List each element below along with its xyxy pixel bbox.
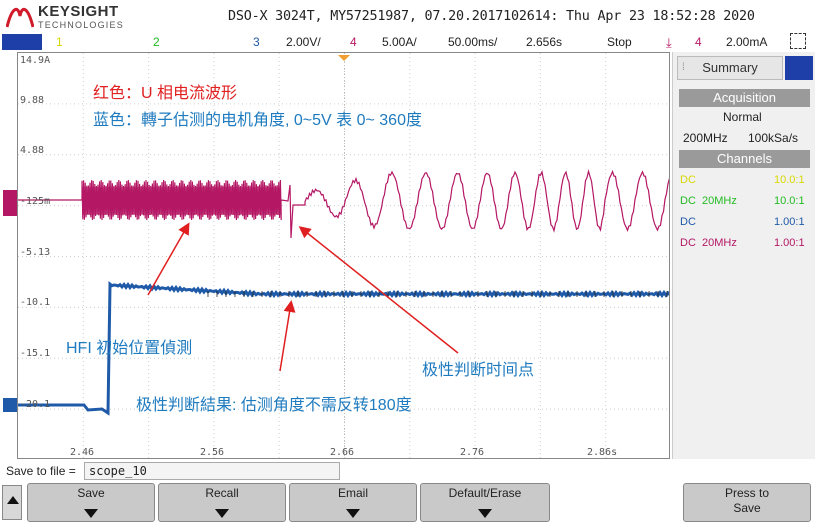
ch4-bw: 20MHz bbox=[702, 237, 737, 249]
run-state: Stop bbox=[607, 35, 632, 49]
channel-4-ground-marker[interactable] bbox=[3, 190, 17, 216]
save-to-file-label: Save to file = bbox=[6, 464, 76, 478]
down-arrow-icon bbox=[215, 509, 229, 518]
annotation-polarity-result: 极性判断結果: 估测角度不需反转180度 bbox=[136, 397, 412, 414]
annotation-hfi: HFI 初始位置偵測 bbox=[66, 340, 193, 357]
x-label-3: 2.76 bbox=[460, 447, 485, 458]
acquisition-header: Acquisition bbox=[679, 89, 810, 107]
ch2-coupling: DC bbox=[680, 195, 696, 207]
y-label-6: -15.1 bbox=[20, 348, 51, 359]
softkey-save[interactable]: Save bbox=[27, 483, 155, 522]
instrument-info: DSO-X 3024T, MY57251987, 07.20.201710261… bbox=[228, 9, 755, 24]
ch1-probe: 10.0:1 bbox=[774, 174, 805, 186]
trigger-channel: 4 bbox=[695, 35, 702, 49]
y-label-4: -5.13 bbox=[20, 247, 51, 258]
down-arrow-icon bbox=[84, 509, 98, 518]
y-label-1: 9.88 bbox=[20, 95, 45, 106]
oscilloscope-screen: KEYSIGHT TECHNOLOGIES DSO-X 3024T, MY572… bbox=[0, 0, 815, 522]
timebase: 50.00ms/ bbox=[448, 35, 498, 49]
summary-tab-label: Summary bbox=[702, 60, 758, 75]
channels-header: Channels bbox=[679, 150, 810, 168]
y-label-3: -125m bbox=[20, 196, 51, 207]
softkey-recall[interactable]: Recall bbox=[158, 483, 286, 522]
channel-3-scale: 2.00V/ bbox=[286, 35, 321, 49]
annotation-red-trace: 红色：U 相电流波形 bbox=[93, 85, 238, 102]
channel-1-button[interactable] bbox=[2, 34, 42, 50]
annotation-blue-trace: 蓝色：轉子估测的电机角度, 0~5V 表 0~ 360度 bbox=[93, 112, 422, 129]
ch3-coupling: DC bbox=[680, 216, 696, 228]
channel-4-label[interactable]: 4 bbox=[350, 35, 357, 49]
up-arrow-icon bbox=[7, 496, 19, 504]
keysight-logo-mark-icon bbox=[6, 7, 34, 28]
grip-icon: ⁞ bbox=[682, 62, 685, 73]
x-label-2: 2.66 bbox=[330, 447, 355, 458]
x-label-0: 2.46 bbox=[70, 447, 95, 458]
channel-bar: 1 2 3 2.00V/ 4 5.00A/ 50.00ms/ 2.656s St… bbox=[0, 32, 815, 52]
softkey-email[interactable]: Email bbox=[289, 483, 417, 522]
down-arrow-icon bbox=[478, 509, 492, 518]
channel-1-label[interactable]: 1 bbox=[56, 35, 63, 49]
down-arrow-icon bbox=[346, 509, 360, 518]
polarity-point-arrow bbox=[298, 226, 459, 354]
zoom-select-icon[interactable] bbox=[790, 33, 806, 49]
save-bar: Save to file = scope_10 bbox=[0, 462, 815, 482]
brand-sub: TECHNOLOGIES bbox=[38, 20, 124, 30]
summary-tab[interactable]: ⁞ Summary bbox=[677, 56, 783, 80]
polarity-result-arrow bbox=[279, 300, 296, 372]
y-label-2: 4.88 bbox=[20, 145, 45, 156]
ch4-coupling: DC bbox=[680, 237, 696, 249]
y-label-5: -10.1 bbox=[20, 297, 51, 308]
softkey-bar: Save Recall Email Default/Erase Press to… bbox=[0, 483, 815, 522]
press-to-save-line1: Press to bbox=[724, 486, 769, 500]
channel-2-label[interactable]: 2 bbox=[153, 35, 160, 49]
delay: 2.656s bbox=[526, 35, 563, 49]
softkey-default-erase-label: Default/Erase bbox=[448, 486, 522, 500]
brand-name: KEYSIGHT bbox=[38, 3, 119, 20]
softkey-recall-label: Recall bbox=[205, 486, 239, 500]
y-label-7: -20.1 bbox=[20, 399, 51, 410]
softkey-save-label: Save bbox=[77, 486, 105, 500]
x-label-1: 2.56 bbox=[200, 447, 225, 458]
waveform-display[interactable]: 14.9A 9.88 4.88 -125m -5.13 -10.1 -15.1 … bbox=[17, 52, 670, 459]
save-filename-field[interactable]: scope_10 bbox=[84, 462, 340, 480]
channel-3-label[interactable]: 3 bbox=[253, 35, 260, 49]
acquisition-mode: Normal bbox=[723, 110, 762, 124]
x-label-4: 2.86s bbox=[587, 447, 618, 458]
ch4-probe: 1.00:1 bbox=[774, 237, 805, 249]
summary-panel: ⁞ Summary Acquisition Normal 200MHz 100k… bbox=[672, 52, 815, 459]
ch2-probe: 10.0:1 bbox=[774, 195, 805, 207]
channel-summary-2: DC 20MHz 10.0:1 bbox=[680, 194, 811, 210]
panel-tab-icon[interactable] bbox=[785, 56, 813, 80]
channel-4-scale: 5.00A/ bbox=[382, 35, 417, 49]
softkey-default-erase[interactable]: Default/Erase bbox=[420, 483, 550, 522]
press-to-save-line2: Save bbox=[733, 501, 761, 515]
trigger-edge-icon: ⤓ bbox=[666, 35, 672, 50]
hfi-arrow bbox=[147, 222, 190, 296]
channel-summary-3: DC 1.00:1 bbox=[680, 215, 811, 231]
ch1-coupling: DC bbox=[680, 174, 696, 186]
trigger-level: 2.00mA bbox=[726, 35, 768, 49]
softkey-back-button[interactable] bbox=[2, 485, 22, 520]
ch2-bw: 20MHz bbox=[702, 195, 737, 207]
channel-summary-1: DC 10.0:1 bbox=[680, 173, 811, 189]
channel-summary-4: DC 20MHz 1.00:1 bbox=[680, 236, 811, 252]
softkey-email-label: Email bbox=[337, 486, 368, 500]
y-label-0: 14.9A bbox=[20, 55, 51, 66]
ch3-probe: 1.00:1 bbox=[774, 216, 805, 228]
channel-3-ground-marker[interactable] bbox=[3, 398, 17, 412]
annotation-polarity-point: 极性判断时间点 bbox=[422, 362, 535, 379]
acquisition-bandwidth: 200MHz bbox=[683, 131, 728, 145]
press-to-save-button[interactable]: Press to Save bbox=[683, 483, 811, 522]
acquisition-sample-rate: 100kSa/s bbox=[748, 131, 799, 145]
keysight-logo: KEYSIGHT TECHNOLOGIES bbox=[6, 2, 136, 32]
